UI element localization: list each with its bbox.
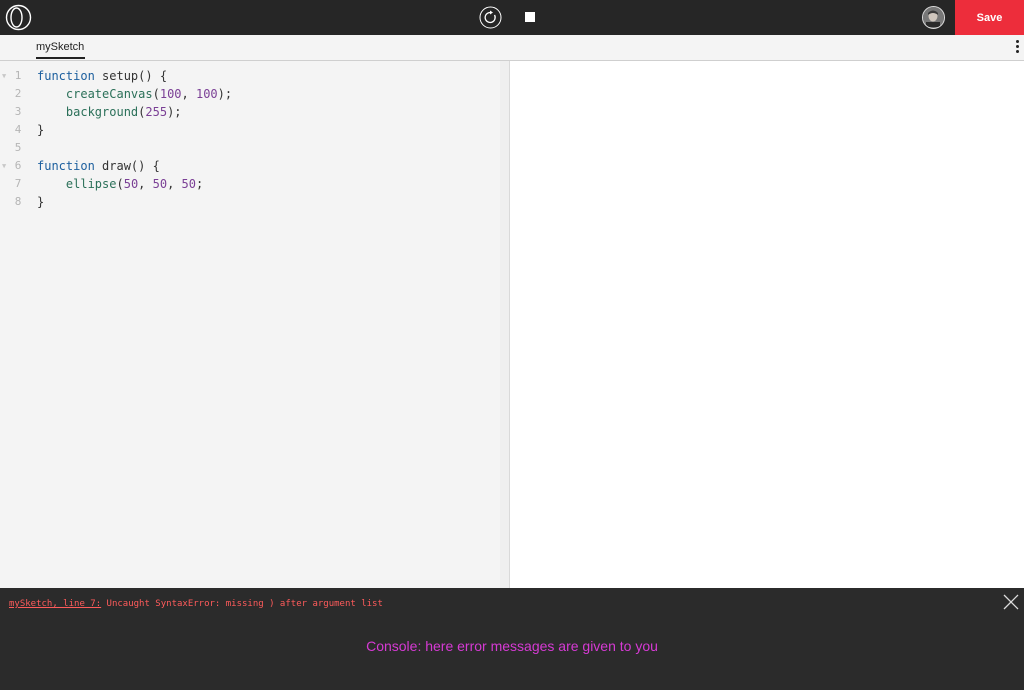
sketch-preview [511, 61, 1024, 588]
error-message: mySketch, line 7: Uncaught SyntaxError: … [9, 599, 383, 609]
code-text: ); [217, 87, 233, 101]
number-literal: 50 [123, 177, 139, 191]
code-text: ; [195, 177, 204, 191]
code-text: } [37, 123, 45, 137]
p5-logo-icon[interactable] [5, 4, 32, 31]
code-text: ( [152, 87, 160, 101]
number-literal: 255 [145, 105, 168, 119]
user-avatar[interactable] [922, 6, 945, 29]
pane-divider[interactable] [500, 61, 510, 588]
console-annotation: Console: here error messages are given t… [366, 638, 658, 654]
code-line: 3 background(255); [0, 103, 500, 121]
code-text: , [181, 87, 196, 101]
close-icon[interactable] [1003, 594, 1019, 610]
line-number: 5 [14, 141, 22, 154]
code-text: } [37, 195, 45, 209]
code-line: 5 [0, 139, 500, 157]
code-line: ▼ 6 function draw() { [0, 157, 500, 175]
tab-mysketch[interactable]: mySketch [36, 41, 84, 53]
line-number: 8 [14, 195, 22, 208]
line-number: 2 [14, 87, 22, 100]
code-line: 4 } [0, 121, 500, 139]
file-tab-bar: mySketch [0, 35, 1024, 61]
line-number: 7 [14, 177, 22, 190]
code-line: 8 } [0, 193, 500, 211]
fold-arrow-icon[interactable]: ▼ [2, 67, 6, 85]
error-text: Uncaught SyntaxError: missing ) after ar… [101, 599, 383, 609]
function-call: ellipse [65, 177, 117, 191]
reload-icon[interactable] [479, 6, 502, 29]
code-line: 7 ellipse(50, 50, 50; [0, 175, 500, 193]
code-line: 2 createCanvas(100, 100); [0, 85, 500, 103]
avatar-face-icon [923, 7, 943, 27]
line-number: 6 [14, 159, 22, 172]
more-options-icon[interactable] [1015, 40, 1021, 58]
save-button[interactable]: Save [955, 0, 1024, 35]
line-number: 1 [14, 69, 22, 82]
code-text: , [138, 177, 153, 191]
top-toolbar: Save [0, 0, 1024, 35]
keyword: function [37, 159, 95, 173]
number-literal: 50 [152, 177, 168, 191]
number-literal: 100 [195, 87, 218, 101]
fold-arrow-icon[interactable]: ▼ [2, 157, 6, 175]
function-call: createCanvas [65, 87, 153, 101]
code-editor[interactable]: ▼ 1 function setup() { 2 createCanvas(10… [0, 61, 500, 588]
code-text: draw() { [94, 159, 160, 173]
number-literal: 100 [159, 87, 182, 101]
active-tab-indicator [36, 57, 85, 59]
error-location-link[interactable]: mySketch, line 7: [9, 599, 101, 609]
code-line: ▼ 1 function setup() { [0, 67, 500, 85]
keyword: function [37, 69, 95, 83]
code-text: ); [167, 105, 182, 119]
code-text: setup() { [94, 69, 168, 83]
line-number: 4 [14, 123, 22, 136]
console-panel: mySketch, line 7: Uncaught SyntaxError: … [0, 588, 1024, 690]
code-text: , [167, 177, 182, 191]
number-literal: 50 [181, 177, 196, 191]
stop-icon[interactable] [525, 12, 535, 22]
function-call: background [65, 105, 139, 119]
code-text: ( [116, 177, 124, 191]
line-number: 3 [14, 105, 22, 118]
